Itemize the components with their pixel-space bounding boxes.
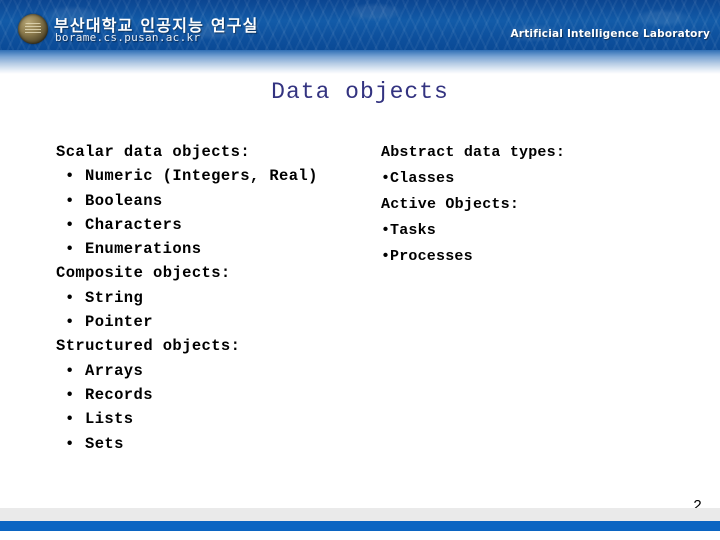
header-banner: 부산대학교 인공지능 연구실 borame.cs.pusan.ac.kr Art…: [0, 0, 720, 50]
list-item-label: Records: [85, 385, 153, 404]
list-item-label: Booleans: [85, 191, 163, 210]
list-item: •Processes: [381, 244, 631, 270]
list-item-label: Enumerations: [85, 240, 202, 259]
list-item: • Lists: [56, 407, 376, 431]
bullet-icon: •: [65, 434, 75, 453]
list-item-label: Tasks: [390, 222, 437, 239]
list-item: • Enumerations: [56, 237, 376, 261]
list-item-label: Classes: [390, 170, 455, 187]
bullet-icon: •: [65, 410, 75, 429]
bullet-icon: •: [65, 191, 75, 210]
list-item-label: Pointer: [85, 313, 153, 332]
right-content-column: Abstract data types: •Classes Active Obj…: [381, 140, 631, 270]
list-item-label: Characters: [85, 215, 183, 234]
list-heading: Abstract data types:: [381, 144, 566, 161]
left-content-column: Scalar data objects: • Numeric (Integers,…: [56, 140, 376, 456]
list-item-label: Processes: [390, 248, 473, 265]
list-item-label: Sets: [85, 434, 124, 453]
footer-white-strip: [0, 531, 720, 540]
bullet-icon: •: [65, 240, 75, 259]
list-heading: Structured objects:: [56, 337, 241, 356]
header-gradient-fade: [0, 50, 720, 74]
bullet-icon: •: [65, 361, 75, 380]
list-heading: Active Objects:: [381, 196, 520, 213]
list-item: • Sets: [56, 432, 376, 456]
university-seal-icon: [18, 14, 48, 44]
list-item: • Pointer: [56, 310, 376, 334]
laboratory-name-english: Artificial Intelligence Laboratory: [510, 28, 710, 40]
list-item-label: Lists: [85, 410, 134, 429]
bullet-icon: •: [381, 170, 391, 187]
organization-url: borame.cs.pusan.ac.kr: [55, 31, 201, 44]
bullet-icon: •: [65, 288, 75, 307]
list-item-label: String: [85, 288, 144, 307]
bullet-icon: •: [65, 167, 75, 186]
bullet-icon: •: [65, 313, 75, 332]
list-item: •Tasks: [381, 218, 631, 244]
bullet-icon: •: [65, 215, 75, 234]
list-heading: Composite objects:: [56, 264, 231, 283]
list-item-label: Numeric (Integers, Real): [85, 167, 318, 186]
list-item: • Booleans: [56, 189, 376, 213]
list-heading: Scalar data objects:: [56, 143, 251, 161]
bullet-icon: •: [65, 385, 75, 404]
list-item: • Records: [56, 383, 376, 407]
slide-title: Data objects: [271, 79, 449, 105]
bullet-icon: •: [381, 222, 391, 239]
bullet-icon: •: [381, 248, 391, 265]
list-item: • Arrays: [56, 359, 376, 383]
list-item: • Characters: [56, 213, 376, 237]
list-item: •Classes: [381, 166, 631, 192]
list-item-label: Arrays: [85, 361, 144, 380]
list-item: • Numeric (Integers, Real): [56, 164, 376, 188]
list-item: • String: [56, 286, 376, 310]
footer-gray-band: [0, 508, 720, 521]
footer-blue-band: [0, 521, 720, 531]
